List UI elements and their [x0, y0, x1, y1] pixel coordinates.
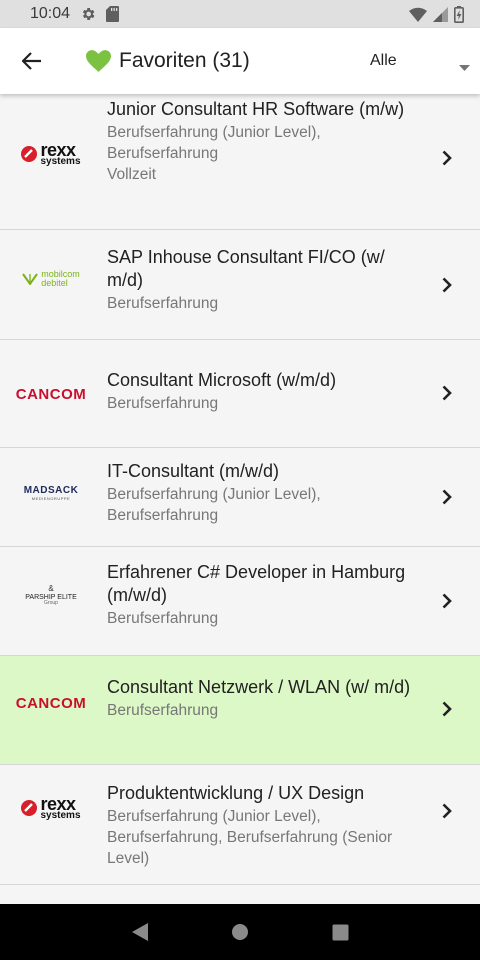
chevron-right-icon	[442, 701, 452, 717]
job-list-item-highlighted[interactable]: CANCOM Consultant Netzwerk / WLAN (w/ m/…	[0, 656, 480, 765]
job-title: Erfahrener C# Developer in Hamburg (m/w/…	[107, 562, 406, 605]
settings-icon	[80, 6, 96, 22]
battery-icon	[454, 5, 464, 23]
chevron-right-icon	[442, 277, 452, 293]
job-list-item[interactable]: rexx systems Produktentwicklung / UX Des…	[0, 765, 480, 885]
company-logo-madsack: MADSACK MEDIENGRUPPE	[23, 484, 79, 501]
job-title: Produktentwicklung / UX Design	[107, 783, 365, 803]
favorites-list: rexx systems Junior Consultant HR Softwa…	[0, 94, 480, 904]
heart-icon	[86, 50, 111, 72]
sd-card-icon	[106, 6, 120, 22]
status-bar: 10:04	[0, 0, 480, 28]
job-title: Junior Consultant HR Software (m/w)	[107, 99, 405, 119]
job-level: Berufserfahrung (Junior Level), Berufser…	[107, 124, 321, 162]
rexx-logo-icon	[21, 800, 38, 816]
job-level: Berufserfahrung	[107, 295, 219, 312]
back-button[interactable]	[0, 28, 64, 94]
chevron-right-icon	[442, 593, 452, 609]
nav-recents-icon[interactable]	[332, 924, 349, 941]
company-logo-cancom: CANCOM	[15, 694, 87, 712]
arrow-back-icon	[22, 51, 42, 71]
job-list-item[interactable]: MADSACK MEDIENGRUPPE IT-Consultant (m/w/…	[0, 448, 480, 547]
chevron-right-icon	[442, 489, 452, 505]
job-title: SAP Inhouse Consultant FI/CO (w/ m/d)	[107, 247, 385, 290]
job-title: Consultant Netzwerk / WLAN (w/ m/d)	[107, 677, 411, 697]
company-logo-cancom: CANCOM	[15, 385, 87, 403]
job-level: Berufserfahrung	[107, 610, 219, 627]
job-list-item[interactable]: mobilcom debitel SAP Inhouse Consultant …	[0, 231, 480, 340]
job-level: Berufserfahrung (Junior Level), Berufser…	[107, 808, 393, 867]
job-level: Berufserfahrung (Junior Level), Berufser…	[107, 486, 321, 524]
wifi-icon	[409, 7, 427, 22]
company-logo-parship: & PARSHIP ELITE Group	[25, 584, 77, 607]
cell-signal-icon	[433, 6, 448, 22]
rexx-logo-icon	[21, 146, 38, 162]
job-level: Berufserfahrung	[107, 395, 219, 412]
job-title: IT-Consultant (m/w/d)	[107, 461, 280, 481]
status-time: 10:04	[30, 5, 71, 22]
company-logo-mobilcom: mobilcom debitel	[18, 267, 84, 291]
job-list-item[interactable]: CANCOM Consultant Microsoft (w/m/d) Beru…	[0, 340, 480, 448]
chevron-right-icon	[442, 150, 452, 166]
filter-dropdown[interactable]: Alle	[370, 28, 480, 94]
job-type: Vollzeit	[107, 166, 157, 183]
navigation-bar	[0, 904, 480, 960]
filter-value: Alle	[370, 52, 397, 69]
company-logo-rexx: rexx systems	[18, 139, 84, 169]
app-bar: Favoriten (31) Alle	[0, 28, 480, 94]
nav-back-icon[interactable]	[131, 922, 149, 942]
page-title: Favoriten (31)	[119, 49, 250, 72]
job-list-item[interactable]: & PARSHIP ELITE Group Erfahrener C# Deve…	[0, 547, 480, 656]
job-list-item[interactable]: rexx systems Junior Consultant HR Softwa…	[0, 94, 480, 230]
chevron-right-icon	[442, 385, 452, 401]
job-level: Berufserfahrung	[107, 702, 219, 719]
dropdown-arrow-icon	[459, 58, 470, 76]
job-title: Consultant Microsoft (w/m/d)	[107, 370, 337, 390]
nav-home-icon[interactable]	[231, 923, 249, 941]
mobilcom-logo-icon	[22, 273, 39, 285]
chevron-right-icon	[442, 803, 452, 819]
company-logo-rexx: rexx systems	[18, 793, 84, 823]
